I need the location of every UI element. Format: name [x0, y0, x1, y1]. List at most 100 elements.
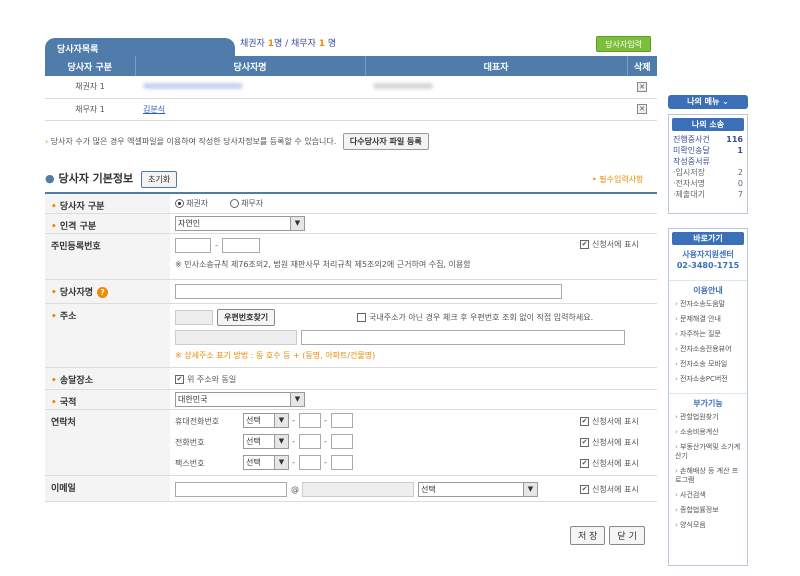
reset-button[interactable]: 초기화 [140, 171, 178, 188]
party-name-link[interactable]: 김분식 [143, 105, 165, 114]
address-base-input[interactable] [175, 330, 297, 345]
sidebar-item-drafts[interactable]: 작성중서류 [669, 156, 747, 167]
save-button[interactable]: 저 장 [570, 526, 606, 545]
foreign-address-checkbox[interactable]: 국내주소가 아닌 경우 체크 후 우편번호 조회 없이 직접 입력하세요. [357, 312, 593, 323]
email-id-input[interactable] [175, 482, 287, 497]
col-delete: 삭제 [626, 56, 657, 76]
email-at: @ [291, 485, 299, 494]
delete-icon[interactable]: ✕ [637, 81, 647, 92]
dash: - [292, 416, 295, 425]
rrn-label: 주민등록번호 [45, 234, 170, 279]
fax-show-checkbox[interactable]: ✔ 신청서에 표시 [580, 458, 639, 469]
personality-select[interactable]: 자연인 ▼ [175, 216, 305, 231]
guide-link[interactable]: 전자소송전용뷰어 [669, 345, 747, 354]
extra-link[interactable]: 손해배상 등 계산 프로그램 [669, 467, 747, 485]
guide-link[interactable]: 문제해결 안내 [669, 315, 747, 324]
fax-prefix-select[interactable]: 선택 ▼ [243, 455, 289, 470]
blurred-party-name[interactable] [143, 83, 243, 90]
col-representative: 대표자 [364, 56, 627, 76]
rrn-note: ※ 민사소송규칙 제76조의2, 법원 재판사무 처리규칙 제5조의2에 근거하… [175, 260, 471, 269]
row-delivery: • 송달장소 ✔ 위 주소와 동일 [45, 368, 657, 390]
email-domain-input[interactable] [302, 482, 414, 497]
mobile-prefix-select[interactable]: 선택 ▼ [243, 413, 289, 428]
creditor-label: 채권자 [240, 39, 265, 49]
close-button[interactable]: 닫 기 [609, 526, 645, 545]
rrn-back-input[interactable] [222, 238, 260, 253]
party-list-tab[interactable]: 당사자목록 [45, 38, 235, 56]
party-name-cell [135, 76, 365, 99]
guide-title: 이용안내 [669, 280, 747, 296]
postcode-search-button[interactable]: 우편번호찾기 [217, 309, 276, 326]
help-icon[interactable]: ? [97, 287, 109, 298]
dash: - [292, 437, 295, 446]
mobile-last-input[interactable] [331, 413, 353, 428]
phone-last-input[interactable] [331, 434, 353, 449]
email-label: 이메일 [45, 476, 170, 501]
extra-link[interactable]: 종합법률정보 [669, 506, 747, 515]
extra-link[interactable]: 양식모음 [669, 521, 747, 530]
quick-links-title: 바로가기 [672, 232, 744, 245]
my-menu-button[interactable]: 나의 메뉴 ⌄ [668, 95, 748, 109]
guide-link[interactable]: 전자소송 모바일 [669, 360, 747, 369]
postcode-input[interactable] [175, 310, 213, 325]
checkbox-checked-icon: ✔ [580, 240, 589, 249]
chevron-down-icon: ▼ [290, 217, 304, 230]
row-email: 이메일 @ 선택 ▼ ✔ 신청서에 표시 [45, 476, 657, 502]
dash: - [324, 458, 327, 467]
sidebar-item-pending-submit[interactable]: ·제출대기 7 [669, 189, 747, 200]
guide-link[interactable]: 전자소송PC버전 [669, 375, 747, 384]
chevron-down-icon: ▼ [274, 414, 288, 427]
bulk-upload-button[interactable]: 다수당사자 파일 등록 [342, 133, 429, 150]
checkbox-unchecked-icon [357, 313, 366, 322]
party-role: 채권자 1 [45, 76, 135, 99]
sidebar-item-e-signed[interactable]: ·전자서명 0 [669, 178, 747, 189]
phone-prefix-select[interactable]: 선택 ▼ [243, 434, 289, 449]
contact-label: 연락처 [45, 410, 170, 475]
delete-cell: ✕ [627, 76, 657, 99]
chevron-down-icon: ▼ [290, 393, 304, 406]
extra-link[interactable]: 관할법원찾기 [669, 413, 747, 422]
section-title: ● 당사자 기본정보 초기화 [45, 170, 178, 188]
sidebar-item-unconfirmed-delivery[interactable]: 미확인송달 1 [669, 145, 747, 156]
arrow-icon: › [45, 137, 49, 146]
mobile-show-checkbox[interactable]: ✔ 신청서에 표시 [580, 416, 639, 427]
delivery-same-checkbox[interactable]: ✔ 위 주소와 동일 [175, 374, 236, 385]
guide-link[interactable]: 전자소송도움말 [669, 300, 747, 309]
fax-mid-input[interactable] [299, 455, 321, 470]
row-personality: • 인격 구분 자연인 ▼ [45, 214, 657, 234]
radio-creditor[interactable]: 채권자 [175, 198, 208, 209]
phone-show-checkbox[interactable]: ✔ 신청서에 표시 [580, 437, 639, 448]
col-party-name: 당사자명 [134, 56, 365, 76]
party-name-input[interactable] [175, 284, 562, 299]
add-party-button[interactable]: 당사자입력 [596, 36, 651, 52]
fax-last-input[interactable] [331, 455, 353, 470]
extra-link[interactable]: 소송비용계산 [669, 428, 747, 437]
party-rep-cell [365, 76, 627, 99]
phone-mid-input[interactable] [299, 434, 321, 449]
debtor-label: 채무자 [291, 39, 316, 49]
party-name-label: • 당사자명? [45, 280, 170, 303]
guide-link[interactable]: 자주하는 질문 [669, 330, 747, 339]
dash: - [324, 437, 327, 446]
party-rep-cell [365, 98, 627, 121]
extra-link[interactable]: 부동산가액및 소가계산기 [669, 443, 747, 461]
mobile-mid-input[interactable] [299, 413, 321, 428]
delivery-label: • 송달장소 [45, 368, 170, 389]
radio-debtor[interactable]: 채무자 [230, 198, 263, 209]
address-detail-input[interactable] [301, 330, 625, 345]
extra-link[interactable]: 사건검색 [669, 491, 747, 500]
rrn-front-input[interactable] [175, 238, 211, 253]
sidebar-item-temp-saved[interactable]: ·임시저장 2 [669, 167, 747, 178]
mobile-label: 휴대전화번호 [175, 417, 220, 426]
sidebar-item-cases-in-progress[interactable]: 진행중사건 116 [669, 134, 747, 145]
email-show-checkbox[interactable]: ✔ 신청서에 표시 [580, 484, 639, 495]
rrn-show-checkbox[interactable]: ✔ 신청서에 표시 [580, 239, 639, 250]
party-table-header: 당사자 구분 당사자명 대표자 삭제 [45, 56, 657, 76]
fax-label: 팩스번호 [175, 459, 205, 468]
email-domain-select[interactable]: 선택 ▼ [418, 482, 538, 497]
my-cases-title: 나의 소송 [672, 118, 744, 131]
delete-icon[interactable]: ✕ [637, 104, 647, 114]
party-type-label: • 당사자 구분 [45, 194, 170, 213]
nationality-select[interactable]: 대한민국 ▼ [175, 392, 305, 407]
personality-label: • 인격 구분 [45, 214, 170, 233]
